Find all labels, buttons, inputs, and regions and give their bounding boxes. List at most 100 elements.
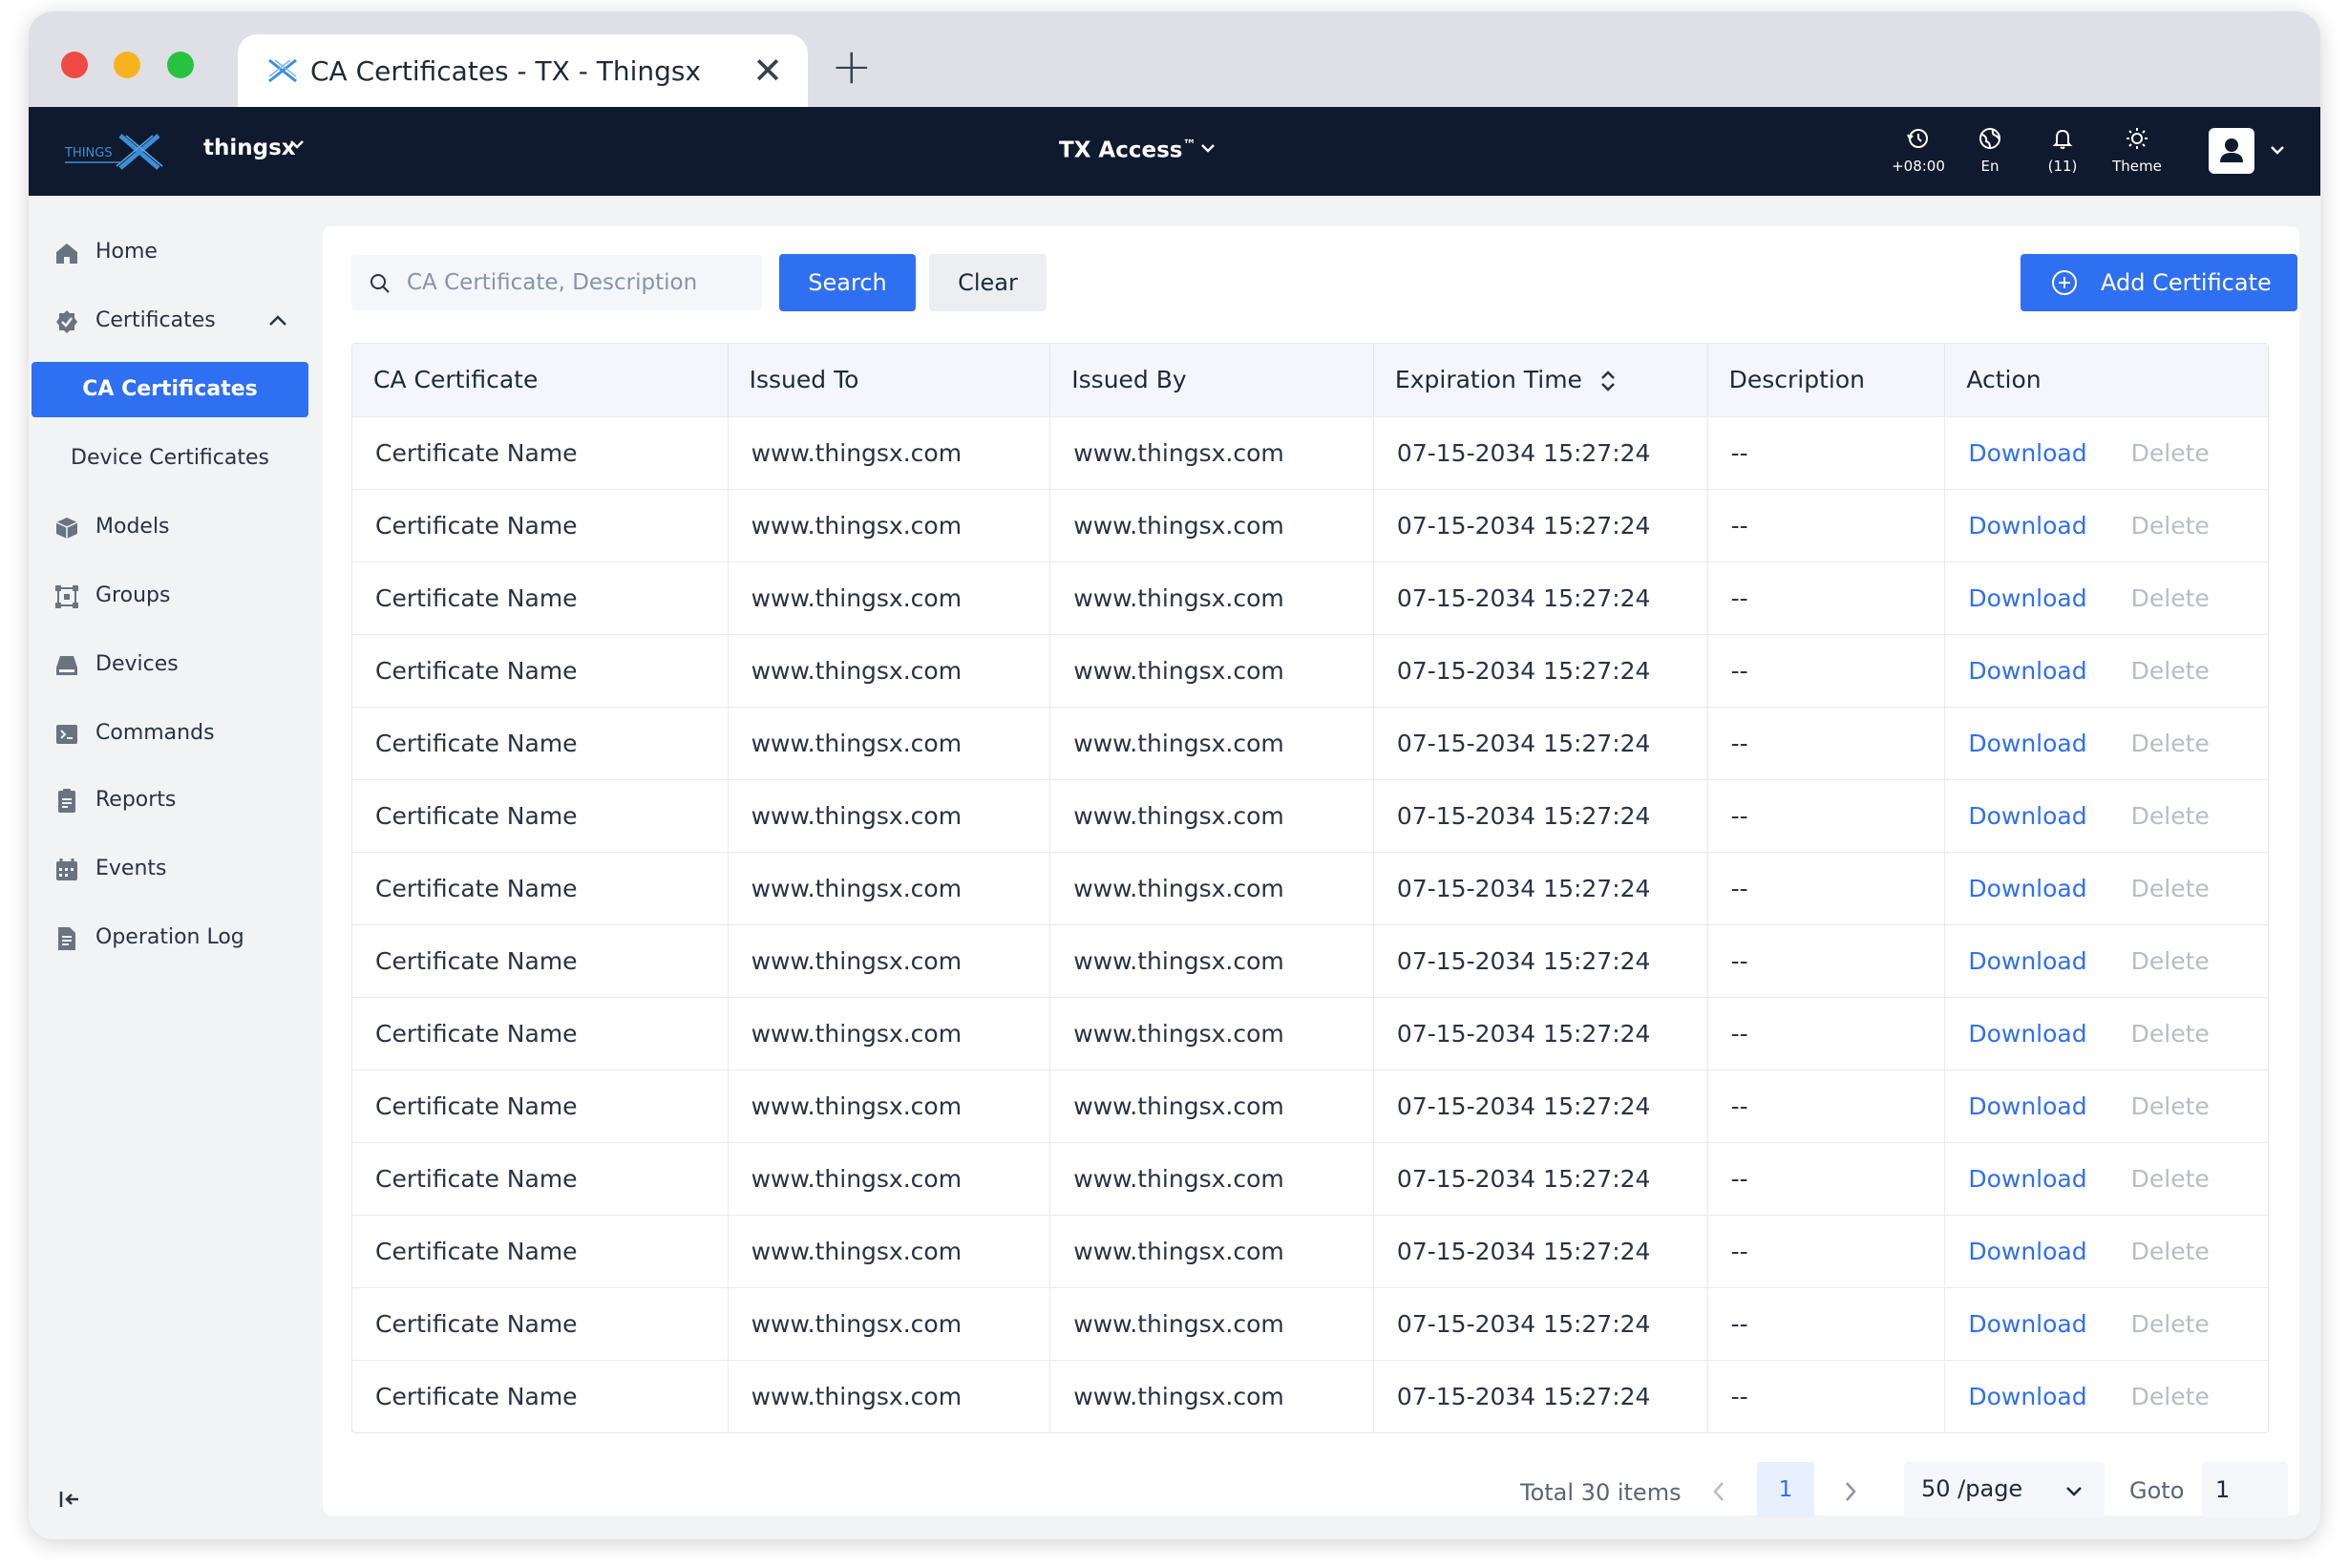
cell-ca-certificate: Certificate Name xyxy=(352,490,729,562)
download-link[interactable]: Download xyxy=(1968,802,2086,830)
cell-issued-to: www.thingsx.com xyxy=(729,1143,1051,1215)
page-number[interactable]: 1 xyxy=(1757,1462,1814,1517)
org-selector-label[interactable]: thingsx xyxy=(203,136,296,160)
search-input[interactable] xyxy=(407,255,751,310)
cell-ca-certificate: Certificate Name xyxy=(352,1288,729,1360)
delete-link[interactable]: Delete xyxy=(2131,1383,2210,1410)
search-field[interactable] xyxy=(351,255,762,310)
download-link[interactable]: Download xyxy=(1968,1020,2086,1048)
delete-link[interactable]: Delete xyxy=(2131,875,2210,902)
chevron-down-icon[interactable] xyxy=(288,136,306,153)
cell-issued-to: www.thingsx.com xyxy=(729,562,1051,634)
new-tab-icon[interactable]: + xyxy=(831,42,873,92)
delete-link[interactable]: Delete xyxy=(2131,584,2210,612)
sidebar-item-devices[interactable]: Devices xyxy=(29,637,322,692)
download-link[interactable]: Download xyxy=(1968,512,2086,540)
sidebar-item-reports[interactable]: Reports xyxy=(29,773,322,828)
window-minimize-dot[interactable] xyxy=(114,52,140,78)
delete-link[interactable]: Delete xyxy=(2131,1092,2210,1120)
theme-button[interactable]: Theme xyxy=(2099,126,2175,175)
delete-link[interactable]: Delete xyxy=(2131,512,2210,540)
goto-input[interactable] xyxy=(2202,1462,2288,1517)
sidebar-item-ca-certificates[interactable]: CA Certificates xyxy=(32,362,308,417)
column-header-label: Expiration Time xyxy=(1394,366,1582,393)
browser-tab[interactable]: CA Certificates - TX - Thingsx ✕ xyxy=(238,34,808,107)
cell-issued-to: www.thingsx.com xyxy=(729,1288,1051,1360)
download-link[interactable]: Download xyxy=(1968,584,2086,612)
delete-link[interactable]: Delete xyxy=(2131,1020,2210,1048)
download-link[interactable]: Download xyxy=(1968,1310,2086,1338)
cell-ca-certificate: Certificate Name xyxy=(352,1216,729,1287)
delete-link[interactable]: Delete xyxy=(2131,1165,2210,1193)
sidebar-item-certificates[interactable]: Certificates xyxy=(29,293,322,349)
timezone-value: +08:00 xyxy=(1892,158,1945,175)
window-maximize-dot[interactable] xyxy=(167,52,194,78)
download-link[interactable]: Download xyxy=(1968,1238,2086,1265)
product-trademark: ™ xyxy=(1182,138,1196,153)
user-avatar[interactable] xyxy=(2209,128,2254,174)
table-row: Certificate Name www.thingsx.com www.thing… xyxy=(352,852,2268,924)
delete-link[interactable]: Delete xyxy=(2131,1238,2210,1265)
collapse-sidebar-icon[interactable] xyxy=(57,1487,82,1512)
search-button[interactable]: Search xyxy=(779,254,916,311)
cell-issued-by: www.thingsx.com xyxy=(1050,853,1374,924)
column-header-expiration-time[interactable]: Expiration Time xyxy=(1374,344,1708,416)
notifications-button[interactable]: (11) xyxy=(2024,126,2101,175)
cell-expiration-time: 07-15-2034 15:27:24 xyxy=(1374,853,1708,924)
window-close-dot[interactable] xyxy=(61,52,88,78)
chevron-right-icon[interactable] xyxy=(1841,1479,1860,1504)
sidebar-item-label: Operation Log xyxy=(95,925,244,949)
language-button[interactable]: En xyxy=(1952,126,2028,175)
sidebar-item-commands[interactable]: Commands xyxy=(29,706,322,761)
delete-link[interactable]: Delete xyxy=(2131,947,2210,975)
chevron-left-icon[interactable] xyxy=(1709,1479,1728,1504)
cell-ca-certificate: Certificate Name xyxy=(352,1070,729,1142)
delete-link[interactable]: Delete xyxy=(2131,802,2210,830)
delete-link[interactable]: Delete xyxy=(2131,1310,2210,1338)
goto-field[interactable] xyxy=(2202,1462,2288,1517)
download-link[interactable]: Download xyxy=(1968,1165,2086,1193)
sort-icon[interactable] xyxy=(1599,369,1617,393)
delete-link[interactable]: Delete xyxy=(2131,657,2210,685)
cell-action: Download Delete xyxy=(1945,1288,2268,1360)
cell-action: Download Delete xyxy=(1945,780,2268,852)
delete-link[interactable]: Delete xyxy=(2131,439,2210,467)
cell-action: Download Delete xyxy=(1945,635,2268,707)
product-selector[interactable]: TX Access™ xyxy=(1059,138,1196,163)
download-link[interactable]: Download xyxy=(1968,730,2086,757)
add-certificate-button[interactable]: Add Certificate xyxy=(2021,254,2297,311)
sidebar-item-groups[interactable]: Groups xyxy=(29,568,322,624)
log-icon xyxy=(58,927,75,950)
clear-button[interactable]: Clear xyxy=(929,254,1047,311)
column-header-issued-to: Issued To xyxy=(729,344,1051,416)
chevron-down-icon[interactable] xyxy=(1199,139,1217,157)
download-link[interactable]: Download xyxy=(1968,947,2086,975)
thingsx-logo[interactable]: THINGS xyxy=(63,128,168,174)
cell-ca-certificate: Certificate Name xyxy=(352,780,729,852)
sidebar-item-home[interactable]: Home xyxy=(29,224,322,280)
download-link[interactable]: Download xyxy=(1968,439,2086,467)
sidebar-item-events[interactable]: Events xyxy=(29,841,322,897)
sidebar-item-models[interactable]: Models xyxy=(29,499,322,555)
sidebar-item-label: Home xyxy=(95,240,158,264)
page-size-select[interactable]: 50 /page xyxy=(1904,1462,2105,1517)
search-icon xyxy=(370,274,390,293)
chevron-down-icon[interactable] xyxy=(2269,141,2286,159)
terminal-icon xyxy=(56,725,77,744)
download-link[interactable]: Download xyxy=(1968,875,2086,902)
cell-action: Download Delete xyxy=(1945,925,2268,997)
chevron-up-icon[interactable] xyxy=(267,312,288,329)
cell-description: -- xyxy=(1708,925,1946,997)
download-link[interactable]: Download xyxy=(1968,657,2086,685)
timezone-button[interactable]: +08:00 xyxy=(1880,126,1957,175)
download-link[interactable]: Download xyxy=(1968,1092,2086,1120)
cell-issued-to: www.thingsx.com xyxy=(729,1216,1051,1287)
download-link[interactable]: Download xyxy=(1968,1383,2086,1410)
user-icon xyxy=(2220,138,2243,162)
delete-link[interactable]: Delete xyxy=(2131,730,2210,757)
history-clock-icon xyxy=(1907,129,1928,148)
tab-close-icon[interactable]: ✕ xyxy=(752,52,783,90)
groups-icon xyxy=(55,585,78,608)
sidebar-item-operation-log[interactable]: Operation Log xyxy=(29,910,322,965)
sidebar-item-device-certificates[interactable]: Device Certificates xyxy=(32,431,308,486)
